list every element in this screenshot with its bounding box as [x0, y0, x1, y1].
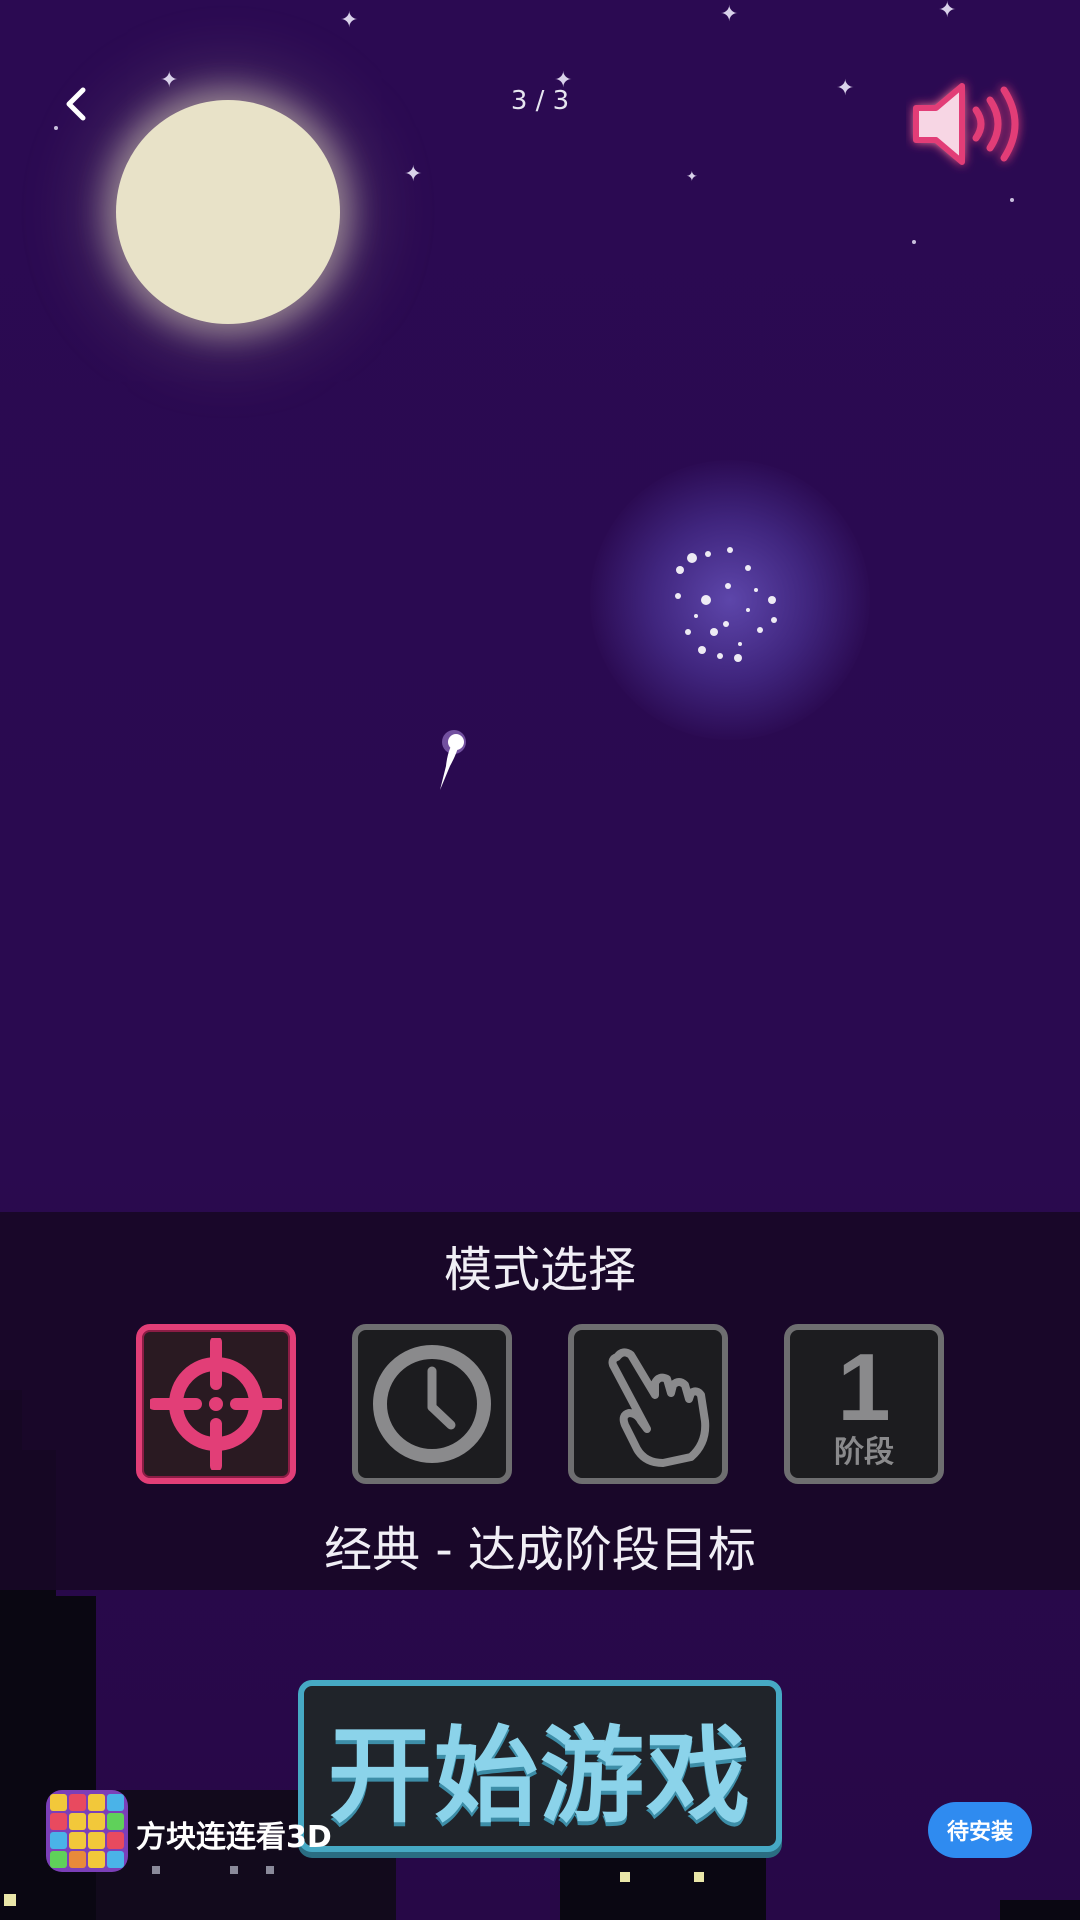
ad-banner[interactable]: 方块连连看3D 待安装	[0, 1780, 1080, 1920]
top-bar: 3 / 3	[0, 0, 1080, 210]
mode-tap-button[interactable]	[568, 1324, 728, 1484]
speaker-on-icon	[913, 83, 1019, 165]
crosshair-icon	[150, 1338, 282, 1470]
mode-stage-button[interactable]: 1 阶段	[784, 1324, 944, 1484]
mode-timed-button[interactable]	[352, 1324, 512, 1484]
stage-label: 阶段	[834, 1435, 894, 1470]
sound-toggle-button[interactable]	[906, 74, 1036, 174]
mode-classic-button[interactable]	[136, 1324, 296, 1484]
firework-burst	[675, 547, 777, 662]
mode-description: 经典 - 达成阶段目标	[324, 1522, 756, 1578]
game-screen: ✦ ✦ ✦ ✦ ✦ ✦ ✦ ✦ 3 / 3 模式选择 1 阶段 经典 - 达成阶…	[0, 0, 1080, 1920]
mode-select-title: 模式选择	[443, 1242, 636, 1298]
clock-icon	[373, 1345, 491, 1463]
ad-app-name[interactable]: 方块连连看3D	[136, 1812, 332, 1856]
stage-number-icon: 1 阶段	[834, 1340, 894, 1468]
app-icon[interactable]	[46, 1790, 128, 1872]
comet	[440, 730, 466, 790]
star-dot	[912, 240, 916, 244]
pointing-hand-icon	[608, 1348, 710, 1467]
stage-number: 1	[837, 1334, 891, 1441]
install-button[interactable]: 待安装	[928, 1802, 1032, 1858]
